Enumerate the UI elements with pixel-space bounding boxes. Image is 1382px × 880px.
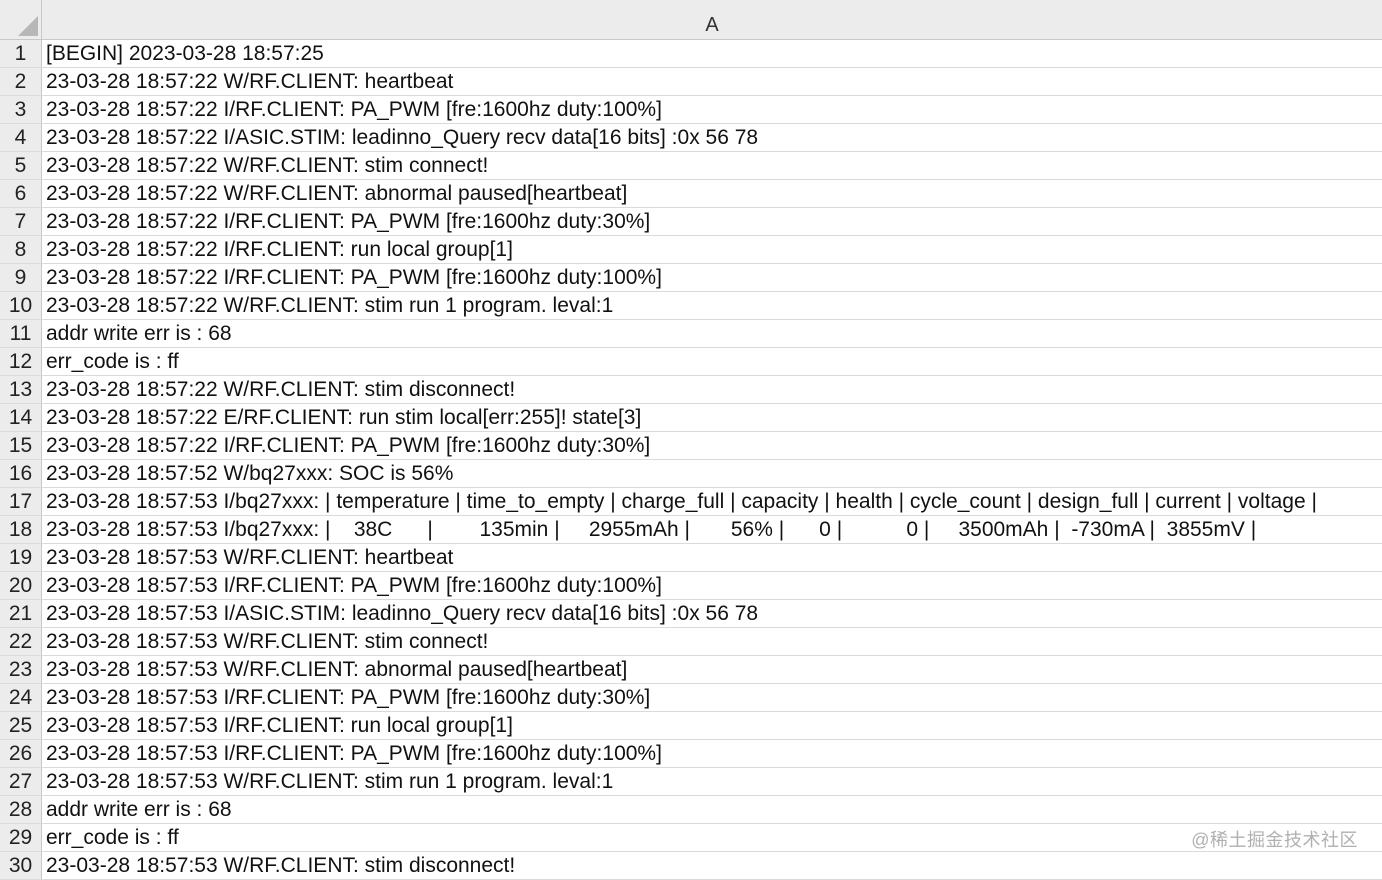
watermark: @稀土掘金技术社区 [1191, 830, 1358, 850]
cell[interactable]: 23-03-28 18:57:22 I/ASIC.STIM: leadinno_… [42, 124, 1382, 151]
cell[interactable]: 23-03-28 18:57:53 W/RF.CLIENT: stim conn… [42, 628, 1382, 655]
table-row: 19 23-03-28 18:57:53 W/RF.CLIENT: heartbe… [0, 544, 1382, 572]
cell[interactable]: 23-03-28 18:57:22 W/RF.CLIENT: abnormal … [42, 180, 1382, 207]
table-row: 17 23-03-28 18:57:53 I/bq27xxx: | tempera… [0, 488, 1382, 516]
cell[interactable]: 23-03-28 18:57:22 W/RF.CLIENT: stim run … [42, 292, 1382, 319]
table-row: 25 23-03-28 18:57:53 I/RF.CLIENT: run loc… [0, 712, 1382, 740]
table-row: 16 23-03-28 18:57:52 W/bq27xxx: SOC is 56… [0, 460, 1382, 488]
cell[interactable]: 23-03-28 18:57:53 I/ASIC.STIM: leadinno_… [42, 600, 1382, 627]
cell[interactable]: 23-03-28 18:57:53 I/bq27xxx: | 38C | 135… [42, 516, 1382, 543]
row-header[interactable]: 20 [0, 572, 42, 599]
row-header[interactable]: 1 [0, 40, 42, 67]
cell[interactable]: 23-03-28 18:57:53 I/RF.CLIENT: PA_PWM [f… [42, 740, 1382, 767]
cell[interactable]: addr write err is : 68 [42, 320, 1382, 347]
cell[interactable]: 23-03-28 18:57:22 W/RF.CLIENT: heartbeat [42, 68, 1382, 95]
table-row: 4 23-03-28 18:57:22 I/ASIC.STIM: leadinno… [0, 124, 1382, 152]
table-row: 11 addr write err is : 68 [0, 320, 1382, 348]
table-row: 27 23-03-28 18:57:53 W/RF.CLIENT: stim ru… [0, 768, 1382, 796]
cell[interactable]: 23-03-28 18:57:22 I/RF.CLIENT: run local… [42, 236, 1382, 263]
row-header[interactable]: 23 [0, 656, 42, 683]
row-header[interactable]: 25 [0, 712, 42, 739]
row-header[interactable]: 16 [0, 460, 42, 487]
row-header[interactable]: 7 [0, 208, 42, 235]
row-header[interactable]: 17 [0, 488, 42, 515]
row-header[interactable]: 13 [0, 376, 42, 403]
row-header[interactable]: 6 [0, 180, 42, 207]
row-header[interactable]: 3 [0, 96, 42, 123]
spreadsheet-grid: A 1 [BEGIN] 2023-03-28 18:57:25 2 23-03-28 … [0, 0, 1382, 880]
row-header[interactable]: 28 [0, 796, 42, 823]
cell[interactable]: 23-03-28 18:57:53 W/RF.CLIENT: stim disc… [42, 852, 1382, 879]
table-row: 14 23-03-28 18:57:22 E/RF.CLIENT: run sti… [0, 404, 1382, 432]
rows-container: 1 [BEGIN] 2023-03-28 18:57:25 2 23-03-28 18… [0, 40, 1382, 880]
row-header[interactable]: 12 [0, 348, 42, 375]
row-header[interactable]: 30 [0, 852, 42, 879]
table-row: 23 23-03-28 18:57:53 W/RF.CLIENT: abnorma… [0, 656, 1382, 684]
table-row: 5 23-03-28 18:57:22 W/RF.CLIENT: stim con… [0, 152, 1382, 180]
cell[interactable]: 23-03-28 18:57:22 W/RF.CLIENT: stim disc… [42, 376, 1382, 403]
row-header[interactable]: 21 [0, 600, 42, 627]
table-row: 13 23-03-28 18:57:22 W/RF.CLIENT: stim di… [0, 376, 1382, 404]
cell[interactable]: 23-03-28 18:57:53 I/RF.CLIENT: run local… [42, 712, 1382, 739]
cell[interactable]: err_code is : ff [42, 824, 1382, 851]
cell[interactable]: 23-03-28 18:57:53 W/RF.CLIENT: stim run … [42, 768, 1382, 795]
table-row: 26 23-03-28 18:57:53 I/RF.CLIENT: PA_PWM … [0, 740, 1382, 768]
cell[interactable]: 23-03-28 18:57:22 I/RF.CLIENT: PA_PWM [f… [42, 208, 1382, 235]
cell[interactable]: [BEGIN] 2023-03-28 18:57:25 [42, 40, 1382, 67]
table-row: 8 23-03-28 18:57:22 I/RF.CLIENT: run loca… [0, 236, 1382, 264]
cell[interactable]: 23-03-28 18:57:53 I/bq27xxx: | temperatu… [42, 488, 1382, 515]
table-row: 2 23-03-28 18:57:22 W/RF.CLIENT: heartbea… [0, 68, 1382, 96]
cell[interactable]: 23-03-28 18:57:22 W/RF.CLIENT: stim conn… [42, 152, 1382, 179]
row-header[interactable]: 11 [0, 320, 42, 347]
table-row: 21 23-03-28 18:57:53 I/ASIC.STIM: leadinn… [0, 600, 1382, 628]
cell[interactable]: 23-03-28 18:57:52 W/bq27xxx: SOC is 56% [42, 460, 1382, 487]
table-row: 6 23-03-28 18:57:22 W/RF.CLIENT: abnormal… [0, 180, 1382, 208]
row-header[interactable]: 15 [0, 432, 42, 459]
row-header[interactable]: 24 [0, 684, 42, 711]
cell[interactable]: 23-03-28 18:57:22 I/RF.CLIENT: PA_PWM [f… [42, 432, 1382, 459]
row-header[interactable]: 29 [0, 824, 42, 851]
select-all-triangle-icon [18, 16, 38, 36]
table-row: 24 23-03-28 18:57:53 I/RF.CLIENT: PA_PWM … [0, 684, 1382, 712]
cell[interactable]: addr write err is : 68 [42, 796, 1382, 823]
row-header[interactable]: 18 [0, 516, 42, 543]
row-header[interactable]: 5 [0, 152, 42, 179]
table-row: 12 err_code is : ff [0, 348, 1382, 376]
row-header[interactable]: 2 [0, 68, 42, 95]
cell[interactable]: 23-03-28 18:57:22 E/RF.CLIENT: run stim … [42, 404, 1382, 431]
cell[interactable]: 23-03-28 18:57:53 I/RF.CLIENT: PA_PWM [f… [42, 572, 1382, 599]
table-row: 15 23-03-28 18:57:22 I/RF.CLIENT: PA_PWM … [0, 432, 1382, 460]
cell[interactable]: 23-03-28 18:57:53 W/RF.CLIENT: heartbeat [42, 544, 1382, 571]
table-row: 28 addr write err is : 68 [0, 796, 1382, 824]
table-row: 3 23-03-28 18:57:22 I/RF.CLIENT: PA_PWM [… [0, 96, 1382, 124]
row-header[interactable]: 19 [0, 544, 42, 571]
row-header[interactable]: 4 [0, 124, 42, 151]
select-all-corner[interactable] [0, 0, 42, 40]
column-header-a[interactable]: A [42, 0, 1382, 40]
table-row: 29 err_code is : ff [0, 824, 1382, 852]
row-header[interactable]: 9 [0, 264, 42, 291]
row-header[interactable]: 22 [0, 628, 42, 655]
row-header[interactable]: 26 [0, 740, 42, 767]
cell[interactable]: 23-03-28 18:57:53 I/RF.CLIENT: PA_PWM [f… [42, 684, 1382, 711]
table-row: 7 23-03-28 18:57:22 I/RF.CLIENT: PA_PWM [… [0, 208, 1382, 236]
table-row: 18 23-03-28 18:57:53 I/bq27xxx: | 38C | 1… [0, 516, 1382, 544]
cell[interactable]: 23-03-28 18:57:22 I/RF.CLIENT: PA_PWM [f… [42, 264, 1382, 291]
table-row: 22 23-03-28 18:57:53 W/RF.CLIENT: stim co… [0, 628, 1382, 656]
cell[interactable]: 23-03-28 18:57:22 I/RF.CLIENT: PA_PWM [f… [42, 96, 1382, 123]
table-row: 10 23-03-28 18:57:22 W/RF.CLIENT: stim ru… [0, 292, 1382, 320]
cell[interactable]: 23-03-28 18:57:53 W/RF.CLIENT: abnormal … [42, 656, 1382, 683]
table-row: 1 [BEGIN] 2023-03-28 18:57:25 [0, 40, 1382, 68]
table-row: 30 23-03-28 18:57:53 W/RF.CLIENT: stim di… [0, 852, 1382, 880]
table-row: 20 23-03-28 18:57:53 I/RF.CLIENT: PA_PWM … [0, 572, 1382, 600]
cell[interactable]: err_code is : ff [42, 348, 1382, 375]
table-row: 9 23-03-28 18:57:22 I/RF.CLIENT: PA_PWM [… [0, 264, 1382, 292]
row-header[interactable]: 8 [0, 236, 42, 263]
row-header[interactable]: 14 [0, 404, 42, 431]
row-header[interactable]: 10 [0, 292, 42, 319]
row-header[interactable]: 27 [0, 768, 42, 795]
